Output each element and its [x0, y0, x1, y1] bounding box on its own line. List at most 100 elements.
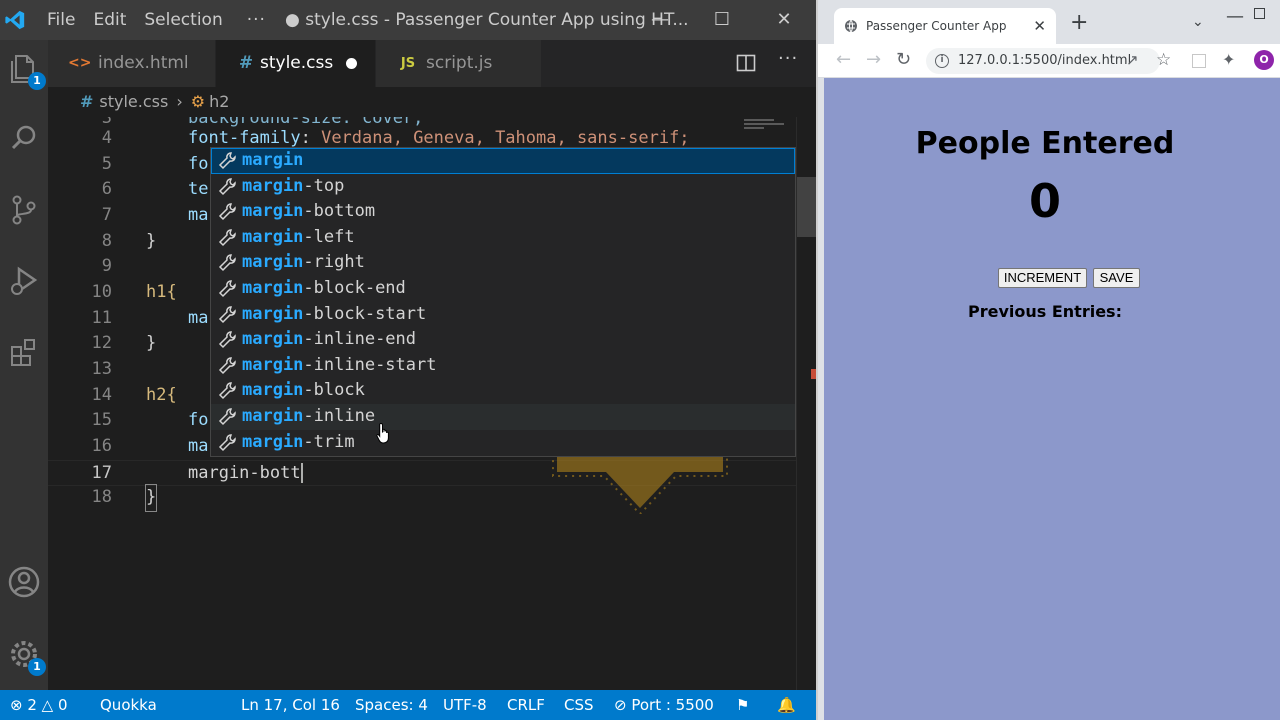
- search-icon[interactable]: [6, 120, 42, 156]
- suggestion-match: margin: [242, 226, 304, 247]
- menu-more[interactable]: ···: [247, 10, 266, 30]
- line-number: 16: [91, 436, 112, 456]
- suggestion-item[interactable]: margin-trim: [211, 430, 795, 456]
- tab-label: index.html: [98, 53, 189, 73]
- line-number: 17: [91, 463, 112, 483]
- web-page: People Entered 0 INCREMENT SAVE Previous…: [824, 78, 1280, 720]
- browser-tab[interactable]: Passenger Counter App ✕: [834, 8, 1056, 44]
- extensions-icon[interactable]: [6, 334, 42, 370]
- suggestion-item[interactable]: margin-inline-start: [211, 353, 795, 379]
- new-tab-plus-icon[interactable]: +: [1070, 10, 1088, 35]
- code-line: 18}: [48, 484, 796, 512]
- browser-tab-title: Passenger Counter App: [866, 19, 1007, 33]
- bookmark-star-icon[interactable]: ☆: [1156, 50, 1171, 70]
- suggestion-rest: -left: [303, 226, 355, 247]
- tab-script-js[interactable]: JS script.js: [376, 40, 542, 87]
- css-file-icon: #: [238, 53, 254, 73]
- line-number: 13: [91, 359, 112, 379]
- suggestion-match: margin: [242, 380, 304, 401]
- browser-maximize-button[interactable]: [1254, 8, 1265, 19]
- explorer-icon[interactable]: 1: [6, 50, 46, 90]
- suggestion-item[interactable]: margin-block-start: [211, 302, 795, 328]
- suggestion-item[interactable]: margin-bottom: [211, 199, 795, 225]
- address-bar[interactable]: i 127.0.0.1:5500/index.html: [926, 48, 1160, 74]
- suggestion-item[interactable]: margin-top: [211, 174, 795, 200]
- increment-button[interactable]: INCREMENT: [998, 268, 1087, 288]
- suggestion-item[interactable]: margin: [211, 148, 795, 174]
- cursor-position[interactable]: Ln 17, Col 16: [241, 690, 340, 720]
- code-text: h2{: [146, 385, 177, 405]
- reload-icon[interactable]: ↻: [896, 49, 911, 70]
- close-window-button[interactable]: ✕: [764, 6, 804, 34]
- unsaved-dot-icon[interactable]: [346, 58, 357, 69]
- code-text: }: [146, 333, 157, 353]
- back-arrow-icon[interactable]: ←: [836, 49, 851, 70]
- notifications-bell-icon[interactable]: 🔔: [777, 690, 796, 720]
- suggestion-item[interactable]: margin-left: [211, 225, 795, 251]
- forward-arrow-icon[interactable]: →: [866, 49, 881, 70]
- live-server-port[interactable]: ⊘ Port : 5500: [614, 690, 714, 720]
- eol-status[interactable]: CRLF: [507, 690, 545, 720]
- breadcrumb-symbol[interactable]: h2: [209, 92, 229, 111]
- property-wrench-icon: [218, 177, 236, 195]
- tab-index-html[interactable]: <> index.html: [48, 40, 216, 87]
- suggestion-item[interactable]: margin-inline: [211, 404, 795, 430]
- run-debug-icon[interactable]: [6, 262, 42, 298]
- minimize-button[interactable]: —: [640, 6, 680, 34]
- extensions-puzzle-icon[interactable]: ✦: [1222, 50, 1235, 69]
- line-number: 18: [91, 487, 112, 507]
- accounts-icon[interactable]: [6, 564, 42, 600]
- feedback-icon[interactable]: ⚑: [736, 690, 749, 720]
- line-number: 14: [91, 385, 112, 405]
- vscode-window: File Edit Selection ··· ● style.css - Pa…: [0, 0, 817, 720]
- tab-search-chevron-icon[interactable]: ⌄: [1192, 14, 1204, 30]
- code-text: fo: [188, 154, 209, 174]
- suggestion-rest: -bottom: [303, 201, 376, 222]
- indentation-status[interactable]: Spaces: 4: [355, 690, 428, 720]
- suggestion-rest: -top: [303, 175, 345, 196]
- property-wrench-icon: [218, 280, 236, 298]
- url-text: 127.0.0.1:5500/index.html: [958, 53, 1132, 68]
- suggestion-match: margin: [242, 175, 304, 196]
- encoding-status[interactable]: UTF-8: [443, 690, 487, 720]
- property-wrench-icon: [218, 254, 236, 272]
- quokka-status[interactable]: Quokka: [100, 690, 157, 720]
- share-icon[interactable]: ↗: [1126, 51, 1139, 69]
- menu-selection[interactable]: Selection: [144, 10, 222, 30]
- browser-toolbar: ← → ↻ i 127.0.0.1:5500/index.html ↗ ☆ ✦ …: [818, 44, 1280, 78]
- browser-minimize-button[interactable]: —: [1226, 6, 1244, 27]
- js-file-icon: JS: [400, 56, 416, 71]
- suggestion-item[interactable]: margin-right: [211, 250, 795, 276]
- property-wrench-icon: [218, 203, 236, 221]
- line-number: 10: [91, 282, 112, 302]
- tab-style-css[interactable]: # style.css: [216, 40, 376, 87]
- language-mode[interactable]: CSS: [564, 690, 594, 720]
- source-control-icon[interactable]: [6, 192, 42, 228]
- more-actions-icon[interactable]: ···: [778, 48, 798, 69]
- save-button[interactable]: SAVE: [1093, 268, 1140, 288]
- split-editor-icon[interactable]: [736, 53, 756, 73]
- menu-file[interactable]: File: [47, 10, 75, 30]
- suggestion-rest: -inline-end: [303, 329, 417, 350]
- settings-gear-icon[interactable]: 1: [6, 636, 46, 676]
- site-info-icon[interactable]: i: [935, 54, 949, 68]
- window-title: ● style.css - Passenger Counter App usin…: [285, 10, 689, 30]
- suggestion-rest: -block-start: [303, 303, 427, 324]
- problems-indicator[interactable]: ⊗ 2 △ 0: [10, 690, 68, 720]
- extension-placeholder-icon[interactable]: [1192, 54, 1206, 68]
- tab-label: script.js: [426, 53, 493, 73]
- suggestion-item[interactable]: margin-inline-end: [211, 327, 795, 353]
- suggestion-rest: -inline-start: [303, 354, 437, 375]
- breadcrumb-file[interactable]: style.css: [99, 92, 168, 111]
- property-wrench-icon: [218, 382, 236, 400]
- text-caret: [300, 463, 303, 483]
- minimap[interactable]: [740, 117, 796, 137]
- close-tab-icon[interactable]: ✕: [1033, 8, 1046, 44]
- suggestion-item[interactable]: margin-block: [211, 378, 795, 404]
- menu-edit[interactable]: Edit: [93, 10, 126, 30]
- maximize-button[interactable]: ☐: [702, 6, 742, 34]
- profile-avatar[interactable]: O: [1254, 50, 1274, 70]
- line-number: 5: [101, 154, 112, 174]
- property-wrench-icon: [218, 331, 236, 349]
- suggestion-item[interactable]: margin-block-end: [211, 276, 795, 302]
